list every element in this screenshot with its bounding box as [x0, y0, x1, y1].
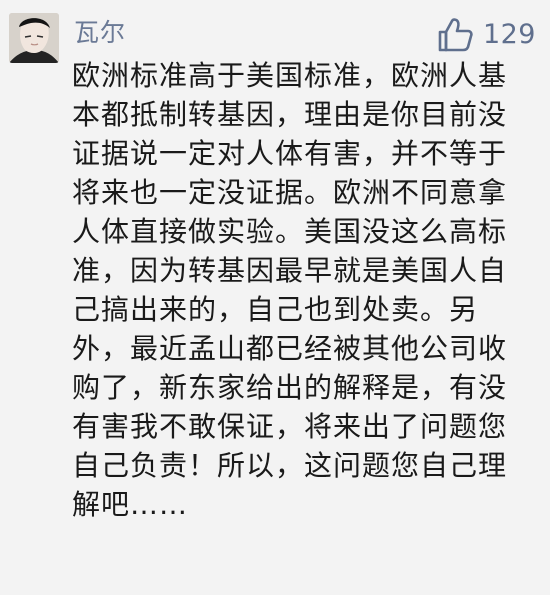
thumbs-up-icon [438, 18, 473, 52]
like-count: 129 [482, 19, 536, 50]
user-avatar[interactable] [9, 13, 59, 63]
username[interactable]: 瓦尔 [74, 13, 126, 53]
comment-card: 瓦尔 129 欧洲标准高于美国标准，欧洲人基本都抵制转基因，理由是你目前没证据说… [0, 0, 550, 595]
like-button[interactable]: 129 [436, 16, 536, 54]
comment-text: 欧洲标准高于美国标准，欧洲人基本都抵制转基因，理由是你目前没证据说一定对人体有害… [72, 59, 508, 521]
